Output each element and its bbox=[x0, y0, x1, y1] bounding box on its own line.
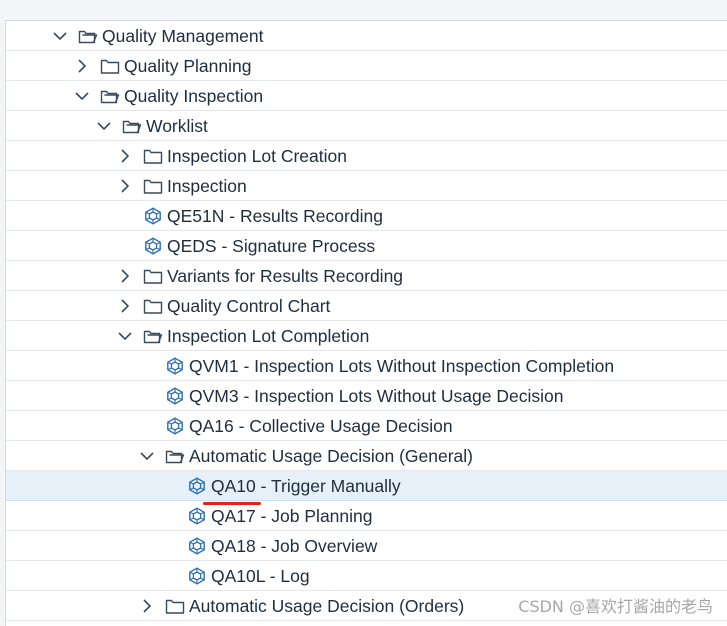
tree-item-label: Worklist bbox=[146, 116, 208, 136]
tree-row-qa16[interactable]: QA16 - Collective Usage Decision bbox=[6, 411, 727, 441]
chevron-right-icon[interactable] bbox=[74, 58, 90, 74]
folder-icon bbox=[143, 177, 163, 195]
tree-row-inspection[interactable]: Inspection bbox=[6, 171, 727, 201]
folder-icon bbox=[100, 57, 120, 75]
tree-row-variants-results-recording[interactable]: Variants for Results Recording bbox=[6, 261, 727, 291]
tree-item-label: QA10L - Log bbox=[211, 566, 310, 586]
tree-row-qa18[interactable]: QA18 - Job Overview bbox=[6, 531, 727, 561]
tree-item-label: Quality Planning bbox=[124, 56, 252, 76]
tree-item-label: QA10 - Trigger Manually bbox=[211, 476, 401, 496]
tree-row-qe51n[interactable]: QE51N - Results Recording bbox=[6, 201, 727, 231]
tree-item-label: Quality Management bbox=[102, 26, 264, 46]
tree-row-qvm3[interactable]: QVM3 - Inspection Lots Without Usage Dec… bbox=[6, 381, 727, 411]
tree-row-quality-control-chart[interactable]: Quality Control Chart bbox=[6, 291, 727, 321]
transaction-icon bbox=[187, 537, 207, 555]
tree-row-worklist[interactable]: Worklist bbox=[6, 111, 727, 141]
transaction-icon bbox=[165, 387, 185, 405]
transaction-icon bbox=[143, 207, 163, 225]
tree-row-quality-inspection[interactable]: Quality Inspection bbox=[6, 81, 727, 111]
folder-icon bbox=[165, 597, 185, 615]
tree-item-label: Automatic Usage Decision (Orders) bbox=[189, 596, 465, 616]
tree-item-label: Inspection bbox=[167, 176, 247, 196]
transaction-icon bbox=[143, 237, 163, 255]
folder-icon bbox=[143, 297, 163, 315]
open-folder-icon bbox=[143, 327, 163, 345]
tree-row-auto-usage-decision-general[interactable]: Automatic Usage Decision (General) bbox=[6, 441, 727, 471]
transaction-icon bbox=[187, 567, 207, 585]
tree-item-label: Automatic Usage Decision (General) bbox=[189, 446, 474, 466]
transaction-icon bbox=[187, 477, 207, 495]
transaction-icon bbox=[165, 417, 185, 435]
menu-tree: Quality Management Quality Planning Qual… bbox=[5, 20, 727, 626]
tree-item-label: QA17 - Job Planning bbox=[211, 506, 373, 526]
tree-item-label: Inspection Lot Creation bbox=[167, 146, 347, 166]
folder-icon bbox=[143, 267, 163, 285]
chevron-right-icon[interactable] bbox=[117, 298, 133, 314]
tree-item-label: Variants for Results Recording bbox=[167, 266, 404, 286]
tree-row-qa10[interactable]: QA10 - Trigger Manually bbox=[6, 471, 727, 505]
tree-item-label: Quality Control Chart bbox=[167, 296, 331, 316]
chevron-right-icon[interactable] bbox=[117, 178, 133, 194]
tree-item-label: QEDS - Signature Process bbox=[167, 236, 376, 256]
tree-row-qa10l[interactable]: QA10L - Log bbox=[6, 561, 727, 591]
chevron-down-icon[interactable] bbox=[52, 28, 68, 44]
transaction-icon bbox=[165, 357, 185, 375]
tree-row-inspection-lot-creation[interactable]: Inspection Lot Creation bbox=[6, 141, 727, 171]
tree-item-label: QA18 - Job Overview bbox=[211, 536, 378, 556]
chevron-right-icon[interactable] bbox=[139, 598, 155, 614]
transaction-icon bbox=[187, 507, 207, 525]
chevron-right-icon[interactable] bbox=[117, 148, 133, 164]
tree-row-inspection-lot-completion[interactable]: Inspection Lot Completion bbox=[6, 321, 727, 351]
chevron-right-icon[interactable] bbox=[117, 268, 133, 284]
tree-row-quality-management[interactable]: Quality Management bbox=[6, 21, 727, 51]
tree-item-label: Quality Inspection bbox=[124, 86, 264, 106]
tree-row-quality-planning[interactable]: Quality Planning bbox=[6, 51, 727, 81]
chevron-down-icon[interactable] bbox=[139, 448, 155, 464]
tree-row-qa17[interactable]: QA17 - Job Planning bbox=[6, 501, 727, 531]
tree-item-label: QVM3 - Inspection Lots Without Usage Dec… bbox=[189, 386, 564, 406]
tree-item-label: QA16 - Collective Usage Decision bbox=[189, 416, 453, 436]
folder-icon bbox=[143, 147, 163, 165]
tree-item-label: QE51N - Results Recording bbox=[167, 206, 383, 226]
tree-row-qeds[interactable]: QEDS - Signature Process bbox=[6, 231, 727, 261]
chevron-down-icon[interactable] bbox=[74, 88, 90, 104]
open-folder-icon bbox=[78, 27, 98, 45]
open-folder-icon bbox=[122, 117, 142, 135]
tree-item-label: QVM1 - Inspection Lots Without Inspectio… bbox=[189, 356, 615, 376]
chevron-down-icon[interactable] bbox=[96, 118, 112, 134]
open-folder-icon bbox=[100, 87, 120, 105]
chevron-down-icon[interactable] bbox=[117, 328, 133, 344]
watermark: CSDN @喜欢打酱油的老鸟 bbox=[518, 597, 713, 616]
tree-row-qvm1[interactable]: QVM1 - Inspection Lots Without Inspectio… bbox=[6, 351, 727, 381]
tree-item-label: Inspection Lot Completion bbox=[167, 326, 370, 346]
open-folder-icon bbox=[165, 447, 185, 465]
